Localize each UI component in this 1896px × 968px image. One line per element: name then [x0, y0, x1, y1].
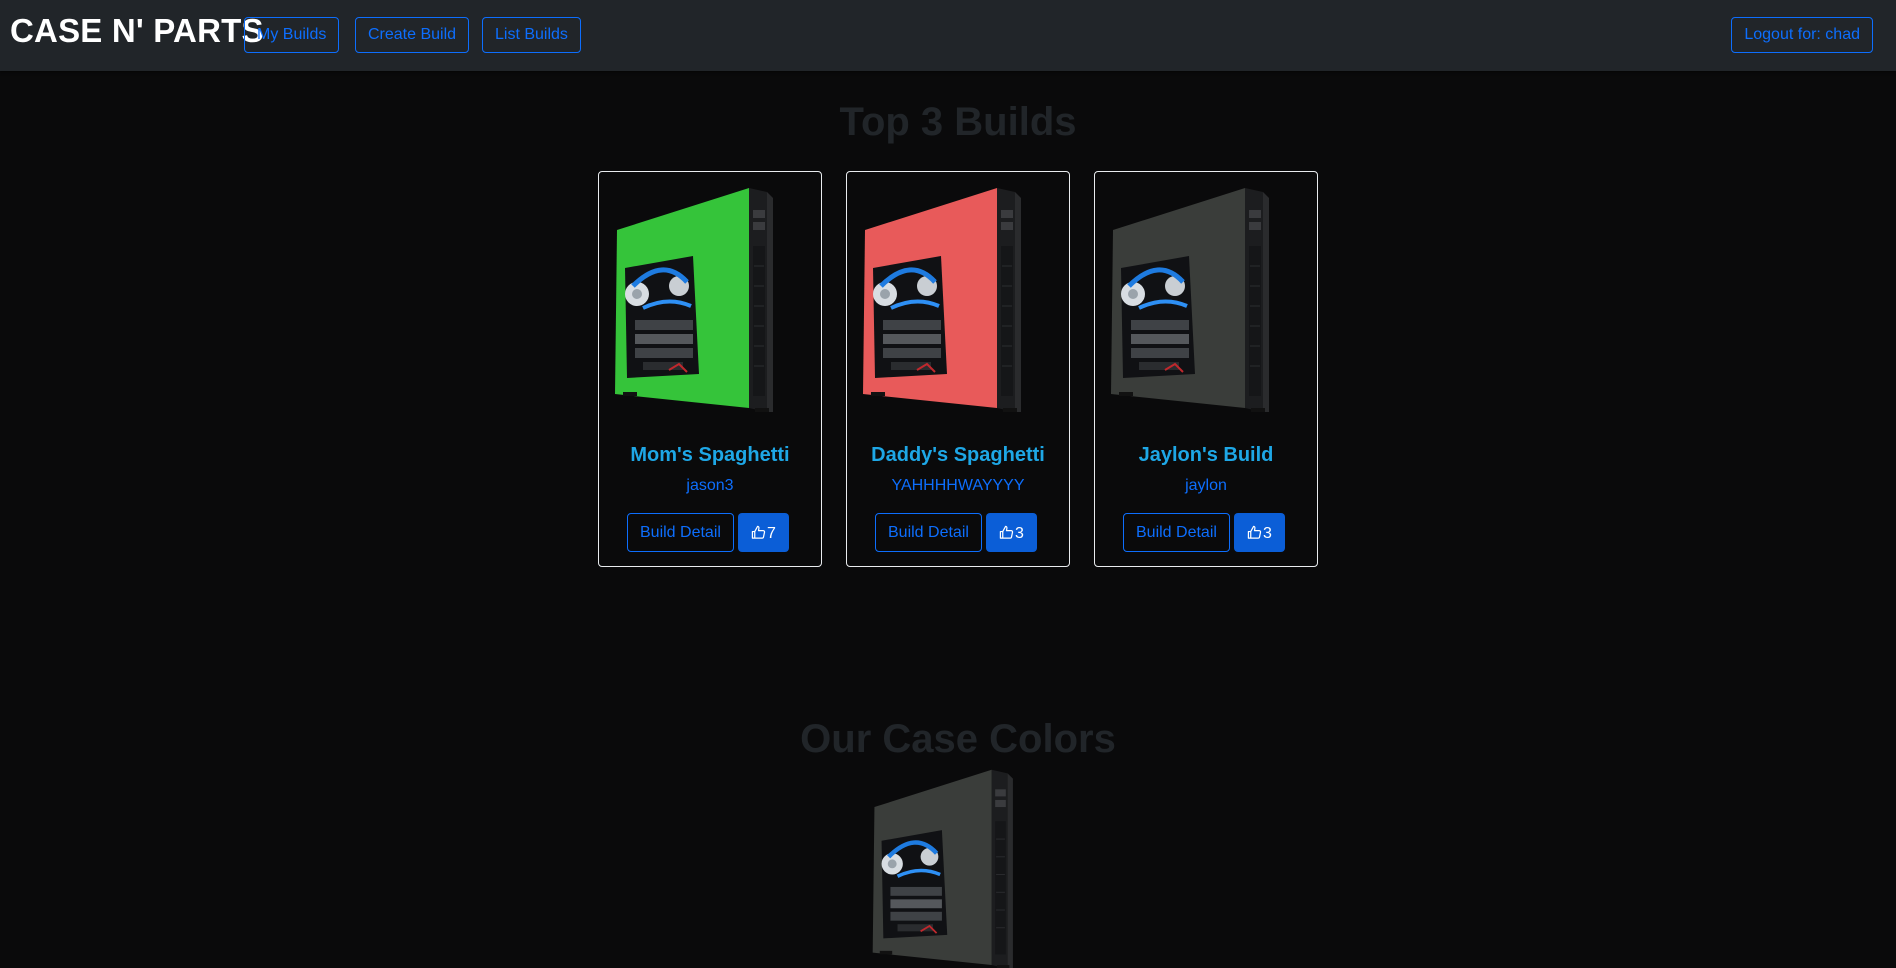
build-title: Mom's Spaghetti	[630, 444, 790, 466]
build-card: Mom's Spaghetti jason3 Build Detail 7	[598, 171, 822, 567]
build-card: Jaylon's Build jaylon Build Detail 3	[1094, 171, 1318, 567]
build-case-image[interactable]	[1109, 186, 1303, 412]
build-author[interactable]: jaylon	[1095, 477, 1317, 495]
case-color-preview-image[interactable]	[816, 768, 1098, 968]
thumbs-up-icon	[1247, 525, 1262, 539]
top-navbar: CASE N' PARTS My Builds Create Build Lis…	[0, 0, 1896, 71]
thumbs-up-icon	[999, 525, 1014, 539]
top-builds-heading: Top 3 Builds	[839, 100, 1077, 144]
build-author[interactable]: jason3	[599, 477, 821, 495]
like-count: 3	[1015, 525, 1024, 542]
build-title: Daddy's Spaghetti	[871, 444, 1045, 466]
like-button[interactable]: 3	[986, 513, 1037, 552]
case-colors-heading: Our Case Colors	[800, 717, 1116, 761]
like-count: 3	[1263, 525, 1272, 542]
like-button[interactable]: 3	[1234, 513, 1285, 552]
build-detail-button[interactable]: Build Detail	[627, 513, 734, 552]
logout-button[interactable]: Logout for: chad	[1731, 17, 1873, 53]
list-builds-button[interactable]: List Builds	[482, 17, 581, 53]
brand-logo[interactable]: CASE N' PARTS	[10, 12, 264, 50]
build-author[interactable]: YAHHHHWAYYYY	[847, 477, 1069, 495]
build-title: Jaylon's Build	[1138, 444, 1274, 466]
build-card: Daddy's Spaghetti YAHHHHWAYYYY Build Det…	[846, 171, 1070, 567]
build-case-image[interactable]	[861, 186, 1055, 412]
like-count: 7	[767, 525, 776, 542]
build-detail-button[interactable]: Build Detail	[1123, 513, 1230, 552]
like-button[interactable]: 7	[738, 513, 789, 552]
thumbs-up-icon	[751, 525, 766, 539]
my-builds-button[interactable]: My Builds	[244, 17, 340, 53]
build-case-image[interactable]	[613, 186, 807, 412]
build-detail-button[interactable]: Build Detail	[875, 513, 982, 552]
create-build-button[interactable]: Create Build	[355, 17, 470, 53]
